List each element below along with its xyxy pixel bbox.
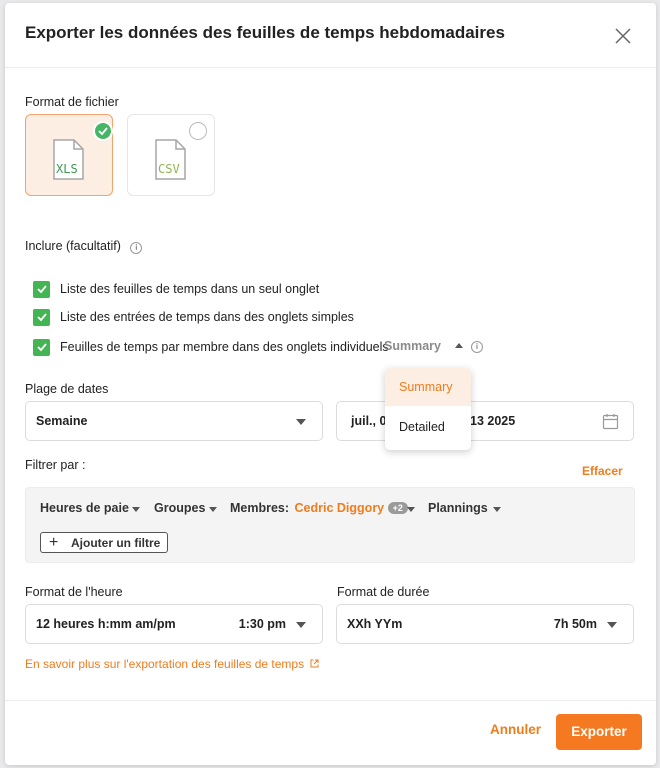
- check-icon: [36, 313, 47, 322]
- time-format-example: 1:30 pm: [238, 617, 286, 631]
- include-item-label: Liste des feuilles de temps dans un seul…: [60, 282, 320, 296]
- plus-icon: +: [49, 534, 59, 551]
- period-select[interactable]: Semaine: [25, 401, 323, 441]
- detail-level-select[interactable]: Summary: [384, 339, 441, 353]
- export-dialog: Exporter les données des feuilles de tem…: [5, 3, 656, 765]
- dropdown-option-summary[interactable]: Summary: [385, 368, 471, 406]
- format-option-csv[interactable]: CSV: [127, 114, 215, 196]
- chevron-down-icon[interactable]: [132, 507, 140, 512]
- include-item-label: Liste des entrées de temps dans des ongl…: [60, 310, 354, 324]
- info-icon[interactable]: i: [471, 341, 483, 353]
- check-icon: [36, 285, 47, 294]
- include-item-3[interactable]: Feuilles de temps par membre dans des on…: [33, 337, 389, 357]
- checkbox-checked[interactable]: [33, 280, 50, 298]
- check-icon: [36, 343, 47, 352]
- filter-pay-hours[interactable]: Heures de paie: [40, 501, 129, 515]
- include-item-2[interactable]: Liste des entrées de temps dans des ongl…: [33, 307, 354, 327]
- export-button[interactable]: Exporter: [556, 714, 642, 750]
- include-label: Inclure (facultatif) i: [25, 239, 143, 254]
- date-range-prefix: juil., 0: [351, 414, 387, 428]
- chevron-down-icon: [296, 622, 306, 628]
- include-item-label: Feuilles de temps par membre dans des on…: [60, 340, 389, 354]
- time-format-select[interactable]: 12 heures h:mm am/pm 1:30 pm: [25, 604, 323, 644]
- unselected-radio-icon: [189, 122, 207, 140]
- date-range-label: Plage de dates: [25, 382, 109, 396]
- cancel-button[interactable]: Annuler: [490, 722, 541, 737]
- calendar-icon[interactable]: [602, 413, 619, 430]
- detail-level-dropdown: Summary Detailed: [385, 368, 471, 450]
- clear-filters-link[interactable]: Effacer: [582, 464, 623, 478]
- filter-label: Filtrer par :: [25, 458, 86, 472]
- filter-groups[interactable]: Groupes: [154, 501, 205, 515]
- chevron-down-icon[interactable]: [407, 507, 415, 512]
- member-count-badge: +2: [387, 502, 408, 514]
- external-link-icon: [310, 659, 319, 668]
- chevron-down-icon[interactable]: [209, 507, 217, 512]
- file-format-label: Format de fichier: [25, 95, 119, 109]
- filter-schedules[interactable]: Plannings: [428, 501, 488, 515]
- close-icon[interactable]: [614, 27, 632, 45]
- time-format-value: 12 heures h:mm am/pm: [36, 617, 176, 631]
- filter-members[interactable]: Membres: Cedric Diggory +2: [230, 501, 408, 515]
- checkbox-checked[interactable]: [33, 308, 50, 326]
- dropdown-option-detailed[interactable]: Detailed: [385, 408, 471, 446]
- time-format-label: Format de l'heure: [25, 585, 123, 599]
- csv-label: CSV: [158, 162, 180, 176]
- period-value: Semaine: [36, 414, 88, 428]
- include-item-1[interactable]: Liste des feuilles de temps dans un seul…: [33, 279, 319, 299]
- dialog-header: Exporter les données des feuilles de tem…: [5, 3, 656, 68]
- xls-label: XLS: [56, 162, 78, 176]
- caret-up-icon[interactable]: [455, 343, 463, 348]
- duration-format-value: XXh YYm: [347, 617, 403, 631]
- chevron-down-icon[interactable]: [493, 507, 501, 512]
- duration-format-example: 7h 50m: [553, 617, 597, 631]
- duration-format-select[interactable]: XXh YYm 7h 50m: [336, 604, 634, 644]
- date-range-picker[interactable]: juil., 0 13 2025: [336, 401, 634, 441]
- add-filter-button[interactable]: + Ajouter un filtre: [40, 532, 168, 553]
- format-option-xls[interactable]: XLS: [25, 114, 113, 196]
- checkbox-checked[interactable]: [33, 338, 50, 356]
- duration-format-label: Format de durée: [337, 585, 430, 599]
- footer-divider: [5, 700, 656, 701]
- chevron-down-icon: [607, 622, 617, 628]
- learn-more-link[interactable]: En savoir plus sur l'exportation des feu…: [25, 657, 319, 671]
- selected-check-icon: [93, 121, 113, 141]
- info-icon[interactable]: i: [130, 242, 143, 254]
- date-range-suffix: 13 2025: [470, 414, 516, 428]
- chevron-down-icon: [296, 419, 306, 425]
- member-value: Cedric Diggory: [294, 501, 385, 515]
- dialog-title: Exporter les données des feuilles de tem…: [25, 23, 505, 42]
- filter-box: Heures de paie Groupes Membres: Cedric D…: [25, 487, 635, 563]
